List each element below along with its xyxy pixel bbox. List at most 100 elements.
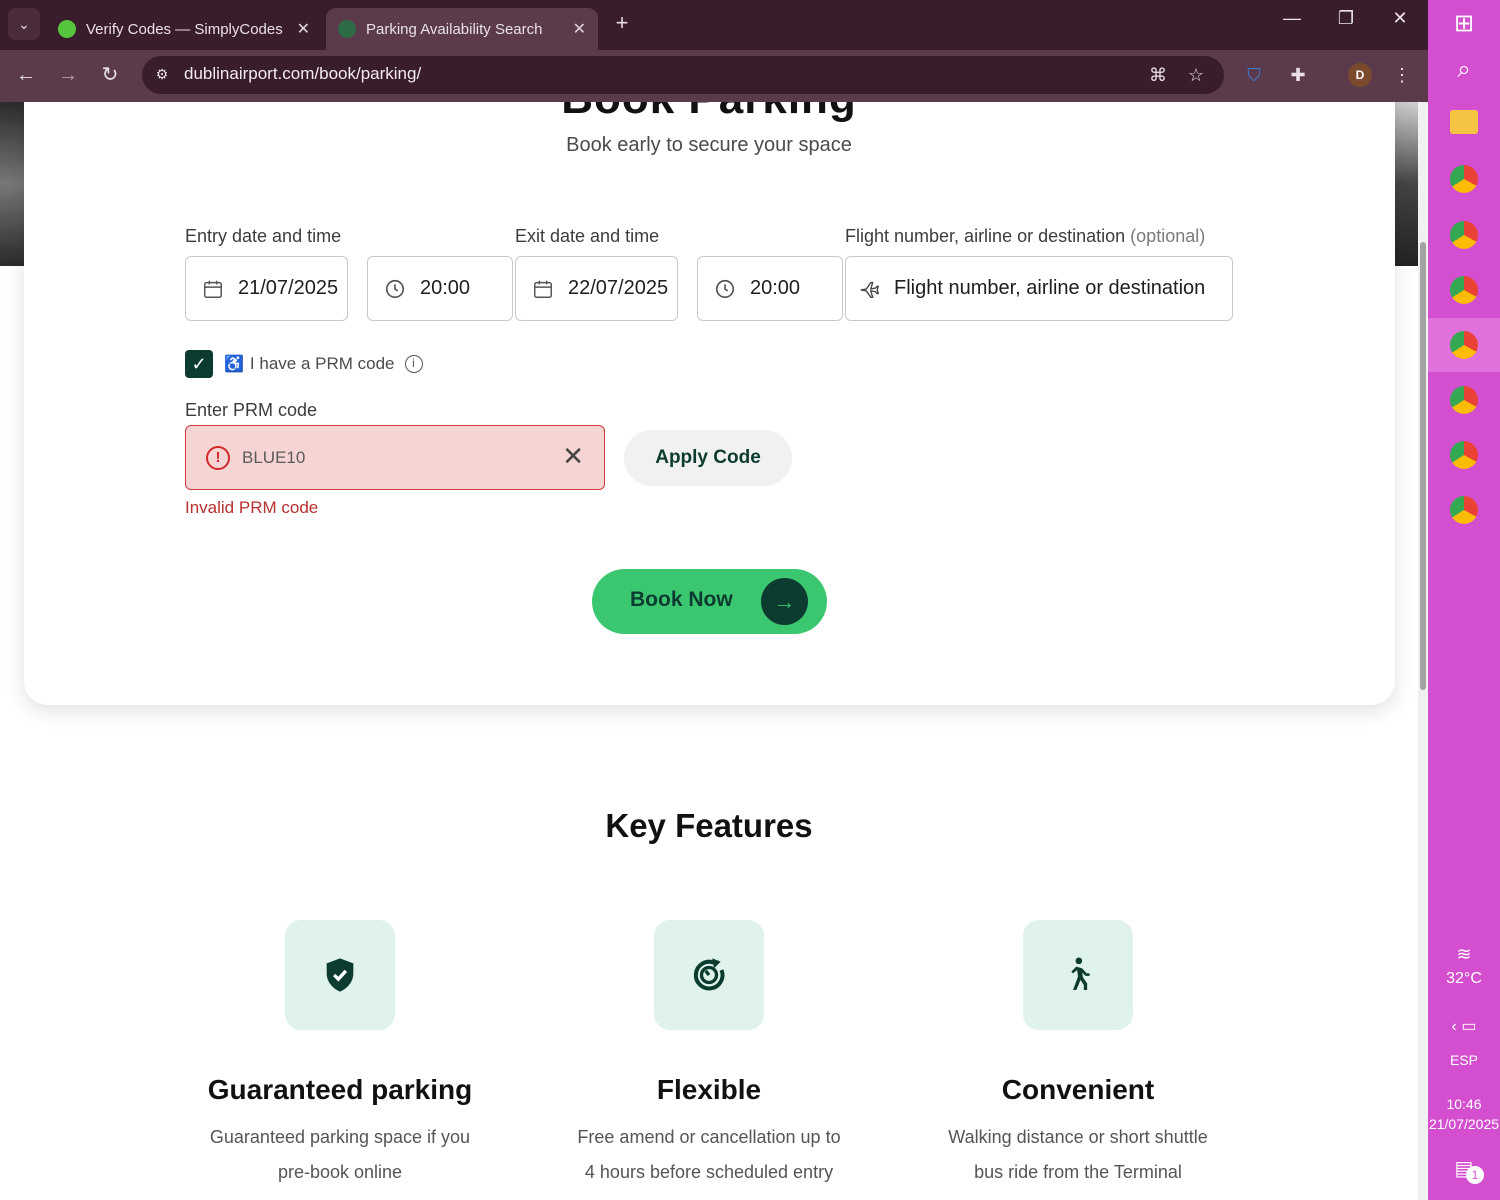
chrome-profile-icon[interactable] (1450, 276, 1478, 304)
windows-start-icon[interactable]: ⊞ (1448, 8, 1480, 40)
hero-image-right (1395, 102, 1418, 266)
chrome-icon[interactable] (1450, 165, 1478, 193)
exit-label: Exit date and time (515, 226, 660, 246)
walking-person-icon (1071, 957, 1090, 990)
apply-code-button[interactable]: Apply Code (624, 430, 792, 486)
dublin-airport-favicon-icon (338, 20, 356, 38)
feature-guaranteed: Guaranteed parking Guaranteed parking sp… (170, 920, 510, 1190)
info-icon[interactable]: i (404, 355, 423, 373)
simplycodes-favicon-icon (58, 20, 76, 38)
feature-convenient: Convenient Walking distance or short shu… (908, 920, 1248, 1190)
prm-input-label: Enter PRM code (185, 400, 318, 420)
reload-icon[interactable]: ↻ (96, 62, 124, 90)
prm-code-input[interactable]: ! BLUE10 ✕ (185, 425, 605, 490)
exit-time-value: 20:00 (750, 277, 801, 299)
weather-icon[interactable]: ≋ (1428, 944, 1500, 965)
site-settings-icon[interactable]: ⚙ (152, 64, 172, 84)
flight-label: Flight number, airline or destination (o… (845, 226, 1205, 247)
close-window-icon[interactable]: ✕ (1380, 8, 1420, 29)
prm-checkbox-label-row: ♿ I have a PRM code i (224, 354, 423, 374)
entry-date-field[interactable]: 21/07/2025 (185, 256, 348, 321)
feature-flexible: Flexible Free amend or cancellation up t… (539, 920, 879, 1190)
new-tab-button[interactable]: + (610, 10, 634, 36)
clock-time[interactable]: 10:46 (1428, 1096, 1500, 1112)
prm-checkbox-label: I have a PRM code (249, 354, 395, 373)
tab-title: Parking Availability Search (366, 20, 543, 38)
clock-icon (385, 279, 405, 298)
calendar-icon (204, 280, 222, 298)
tab-parking-availability[interactable]: Parking Availability Search ✕ (326, 8, 598, 50)
language-indicator[interactable]: ESP (1428, 1052, 1500, 1068)
prm-error-message: Invalid PRM code (185, 498, 319, 517)
bookmark-star-icon[interactable]: ☆ (1184, 63, 1208, 87)
hero-image-left (0, 102, 24, 266)
chrome-profile-icon[interactable] (1450, 386, 1478, 414)
page-subtitle: Book early to secure your space (566, 134, 852, 156)
feature-desc-line: Free amend or cancellation up to (577, 1127, 841, 1147)
scrollbar-thumb[interactable] (1420, 242, 1426, 690)
tab-title: Verify Codes — SimplyCodes (86, 20, 283, 38)
translate-icon[interactable]: ⌘ (1146, 63, 1170, 87)
entry-date-value: 21/07/2025 (238, 277, 339, 299)
feature-description: Walking distance or short shuttle bus rid… (908, 1120, 1248, 1190)
clock-refresh-icon (693, 958, 725, 991)
entry-time-value: 20:00 (420, 277, 471, 299)
feature-desc-line: pre-book online (277, 1162, 403, 1182)
file-explorer-icon[interactable] (1450, 110, 1478, 134)
prm-checkbox[interactable]: ✓ (185, 350, 213, 378)
tab-verify-codes[interactable]: Verify Codes — SimplyCodes ✕ (46, 8, 322, 50)
feature-desc-line: 4 hours before scheduled entry (584, 1162, 834, 1182)
exit-time-field[interactable]: 20:00 (697, 256, 843, 321)
feature-description: Free amend or cancellation up to 4 hours … (539, 1120, 879, 1190)
chrome-profile-m-icon[interactable] (1450, 441, 1478, 469)
flight-search-input[interactable]: Flight number, airline or destination (845, 256, 1233, 321)
back-icon[interactable]: ← (12, 62, 40, 90)
notification-center-icon[interactable]: ▤ (1428, 1156, 1500, 1181)
page-scrollbar[interactable] (1418, 102, 1428, 1200)
chrome-profile-icon[interactable] (1450, 496, 1478, 524)
feature-tile (654, 920, 764, 1030)
minimize-icon[interactable]: — (1272, 8, 1312, 29)
feature-desc-line: bus ride from the Terminal (974, 1162, 1182, 1182)
feature-tile (285, 920, 395, 1030)
book-now-label: Book Now (630, 588, 733, 611)
close-tab-icon[interactable]: ✕ (297, 19, 310, 39)
key-features-heading: Key Features (605, 807, 813, 844)
restore-icon[interactable]: ❐ (1326, 8, 1366, 29)
feature-description: Guaranteed parking space if you pre-book … (170, 1120, 510, 1190)
prm-code-value: BLUE10 (242, 448, 306, 467)
feature-desc-line: Walking distance or short shuttle (948, 1127, 1208, 1147)
bitwarden-shield-icon[interactable]: ⛉ (1242, 63, 1266, 87)
clock-icon (715, 279, 735, 298)
profile-avatar[interactable]: D (1348, 63, 1372, 87)
close-tab-icon[interactable]: ✕ (573, 19, 586, 39)
tray-chevron-icon[interactable]: ‹ ▭ (1428, 1016, 1500, 1036)
chrome-profile-icon[interactable] (1450, 221, 1478, 249)
feature-title: Convenient (1001, 1074, 1155, 1105)
search-icon[interactable]: ⌕ (1448, 54, 1480, 86)
tab-search-button[interactable]: ⌄ (8, 8, 40, 40)
exit-date-value: 22/07/2025 (568, 277, 669, 299)
calendar-icon (534, 280, 552, 298)
flight-label-text: Flight number, airline or destination (845, 226, 1126, 246)
exit-date-field[interactable]: 22/07/2025 (515, 256, 678, 321)
forward-icon[interactable]: → (54, 62, 82, 90)
feature-title: Guaranteed parking (207, 1074, 473, 1105)
error-alert-icon: ! (206, 446, 230, 470)
flight-placeholder: Flight number, airline or destination (894, 277, 1206, 299)
notification-count-badge: 1 (1466, 1166, 1484, 1184)
entry-label: Entry date and time (185, 226, 342, 246)
page-content: Book Parking Book early to secure your s… (0, 102, 1418, 1200)
url-text[interactable]: dublinairport.com/book/parking/ (184, 64, 421, 84)
shield-check-icon (326, 958, 354, 992)
wheelchair-icon: ♿ (224, 356, 244, 373)
clock-date[interactable]: 21/07/2025 (1428, 1116, 1500, 1132)
menu-kebab-icon[interactable]: ⋮ (1390, 63, 1414, 87)
extensions-puzzle-icon[interactable]: ✚ (1286, 63, 1310, 87)
chrome-profile-d-icon[interactable] (1450, 331, 1478, 359)
clear-input-icon[interactable]: ✕ (562, 441, 584, 472)
entry-time-field[interactable]: 20:00 (367, 256, 513, 321)
book-now-button[interactable]: Book Now → (592, 569, 827, 634)
temperature[interactable]: 32°C (1428, 970, 1500, 988)
page-title: Book Parking (0, 102, 1418, 124)
